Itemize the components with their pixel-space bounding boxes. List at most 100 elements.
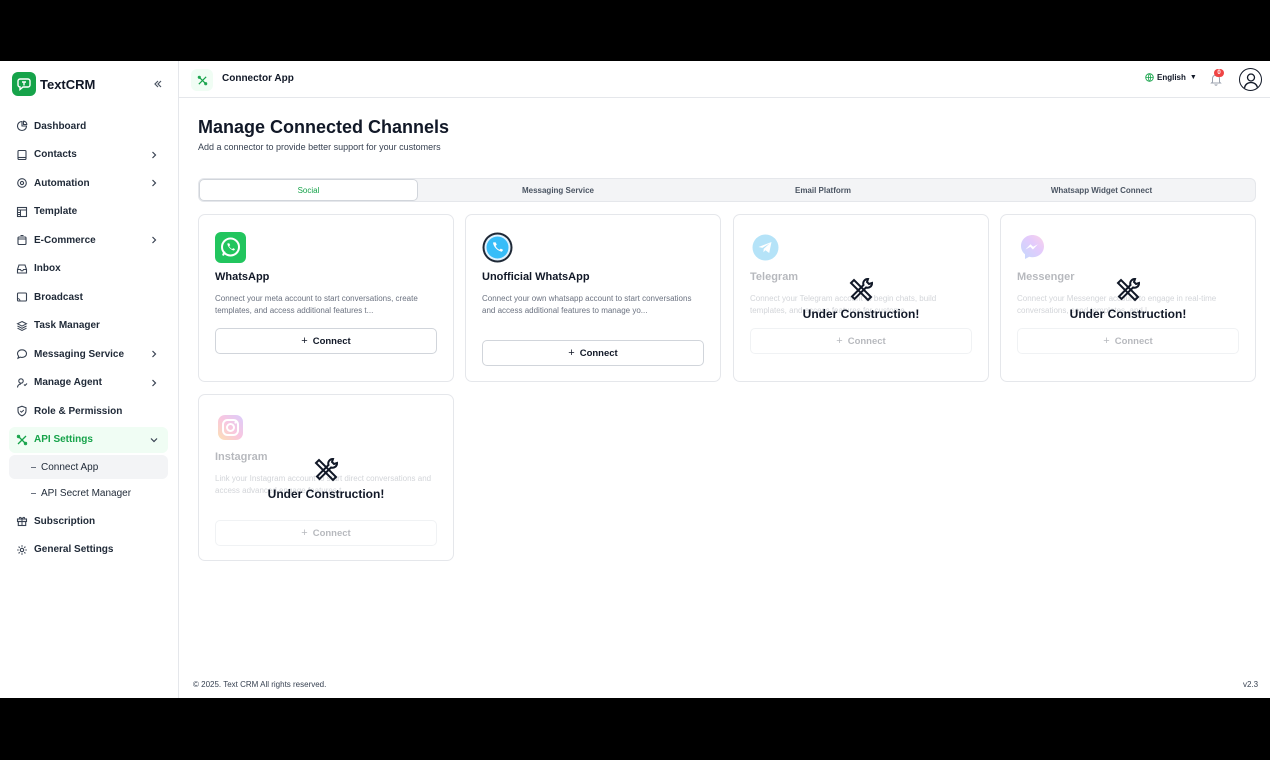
page-title: Manage Connected Channels [198, 117, 450, 137]
sidebar-subitem-connect-app[interactable]: Connect App [9, 455, 168, 479]
connect-label: Connect [312, 335, 351, 347]
language-selector[interactable]: English ▼ [1145, 73, 1197, 82]
tools-icon [734, 275, 988, 305]
sidebar-item-messaging-service[interactable]: Messaging Service [9, 341, 168, 367]
brand-name: TextCRM [40, 76, 96, 92]
dash-icon [31, 493, 36, 494]
sidebar-nav: Dashboard Contacts Automation Template E… [9, 113, 168, 565]
plus-icon: + [301, 335, 308, 347]
contacts-icon [16, 149, 28, 161]
plus-icon: + [568, 347, 575, 359]
notification-badge: 0 [1214, 69, 1224, 77]
connect-label: Connect [847, 335, 886, 347]
connect-button[interactable]: + Connect [482, 340, 704, 366]
chevron-right-icon [149, 378, 159, 388]
sidebar-item-broadcast[interactable]: Broadcast [9, 284, 168, 310]
dash-icon [31, 466, 36, 468]
topbar: Connector App English ▼ 0 [179, 61, 1270, 98]
under-construction-label: Under Construction! [1069, 307, 1187, 321]
sidebar-item-api-settings[interactable]: API Settings [9, 426, 168, 453]
connector-name: WhatsApp [215, 271, 270, 283]
broadcast-icon [16, 291, 28, 303]
connector-app-icon [191, 69, 213, 91]
connector-card-messenger: Messenger Connect your Messenger account… [1000, 214, 1256, 382]
tools-icon [1001, 275, 1255, 305]
sidebar-item-general-settings[interactable]: General Settings [9, 537, 168, 563]
sidebar-item-label: Contacts [34, 149, 77, 160]
shield-icon [16, 405, 28, 417]
instagram-icon [215, 412, 246, 443]
sidebar-item-task-manager[interactable]: Task Manager [9, 313, 168, 339]
under-construction-overlay: Under Construction! [734, 275, 988, 321]
sidebar-subitem-api-secret-manager[interactable]: API Secret Manager [9, 482, 168, 506]
connector-name: Unofficial WhatsApp [482, 271, 590, 283]
chevron-down-icon [149, 435, 159, 445]
ecommerce-icon [16, 234, 28, 246]
gift-icon [16, 515, 28, 527]
sidebar-item-subscription[interactable]: Subscription [9, 508, 168, 534]
connect-label: Connect [1114, 335, 1153, 347]
messaging-icon [16, 348, 28, 360]
avatar[interactable] [1239, 68, 1262, 91]
automation-icon [16, 177, 28, 189]
connector-card-whatsapp: WhatsApp Connect your meta account to st… [198, 214, 454, 382]
channel-tabs: Social Messaging Service Email Platform … [198, 178, 1256, 202]
dashboard-icon [16, 120, 28, 132]
footer-copyright: © 2025. Text CRM All rights reserved. [193, 680, 327, 689]
sidebar-item-label: API Settings [34, 434, 93, 445]
connector-card-unofficial-whatsapp: Unofficial WhatsApp Connect your own wha… [465, 214, 721, 382]
sidebar-item-label: Template [34, 206, 78, 217]
sidebar-item-contacts[interactable]: Contacts [9, 142, 168, 168]
api-settings-icon [16, 434, 28, 446]
under-construction-overlay: Under Construction! [199, 455, 453, 501]
chevron-right-icon [149, 349, 159, 359]
sidebar-item-label: Dashboard [34, 120, 87, 132]
under-construction-overlay: Under Construction! [1001, 275, 1255, 321]
caret-down-icon: ▼ [1189, 74, 1197, 81]
under-construction-label: Under Construction! [267, 487, 385, 501]
telegram-icon [750, 232, 781, 263]
sidebar-item-label: Broadcast [34, 291, 83, 303]
sidebar-item-template[interactable]: Template [9, 199, 168, 225]
sidebar-item-ecommerce[interactable]: E-Commerce [9, 227, 168, 253]
tab-whatsapp-widget-connect[interactable]: Whatsapp Widget Connect [948, 179, 1255, 201]
sidebar-subitem-label: Connect App [41, 461, 99, 473]
app-version: v2.3 [1243, 680, 1259, 689]
whatsapp-icon [215, 232, 246, 263]
plus-icon: + [1103, 335, 1110, 347]
sidebar-item-dashboard[interactable]: Dashboard [9, 113, 168, 139]
connect-label: Connect [312, 527, 351, 539]
brand[interactable]: TextCRM [12, 72, 95, 96]
page-header-title: Connector App [222, 73, 294, 84]
sidebar-item-label: General Settings [34, 544, 114, 555]
sidebar-item-label: Automation [34, 177, 90, 189]
sidebar-item-inbox[interactable]: Inbox [9, 256, 168, 282]
globe-icon [1145, 73, 1154, 82]
connector-card-telegram: Telegram Connect your Telegram account t… [733, 214, 989, 382]
main-content: Manage Connected Channels Add a connecto… [179, 98, 1270, 698]
connector-description: Connect your own whatsapp account to sta… [482, 294, 692, 315]
connect-button: + Connect [215, 520, 437, 546]
tab-messaging-service[interactable]: Messaging Service [418, 179, 698, 201]
plus-icon: + [301, 527, 308, 539]
inbox-icon [16, 263, 28, 275]
sidebar: TextCRM Dashboard Contacts Automation Te… [0, 61, 179, 698]
sidebar-subitem-label: API Secret Manager [41, 488, 132, 499]
under-construction-label: Under Construction! [802, 307, 920, 321]
chevron-right-icon [149, 178, 159, 188]
sidebar-item-manage-agent[interactable]: Manage Agent [9, 370, 168, 396]
sidebar-item-automation[interactable]: Automation [9, 170, 168, 196]
page-subtitle: Add a connector to provide better suppor… [198, 142, 441, 152]
messenger-icon [1017, 232, 1048, 263]
tab-email-platform[interactable]: Email Platform [698, 179, 948, 201]
connector-description: Connect your meta account to start conve… [215, 294, 418, 315]
sidebar-item-label: Subscription [34, 515, 96, 527]
gear-icon [16, 544, 28, 556]
sidebar-item-role-permission[interactable]: Role & Permission [9, 398, 168, 424]
collapse-sidebar-icon[interactable] [152, 78, 164, 90]
connect-button[interactable]: + Connect [215, 328, 437, 354]
tab-social[interactable]: Social [199, 179, 418, 201]
sidebar-item-label: Task Manager [34, 320, 100, 331]
chevron-right-icon [149, 235, 159, 245]
plus-icon: + [836, 335, 843, 347]
